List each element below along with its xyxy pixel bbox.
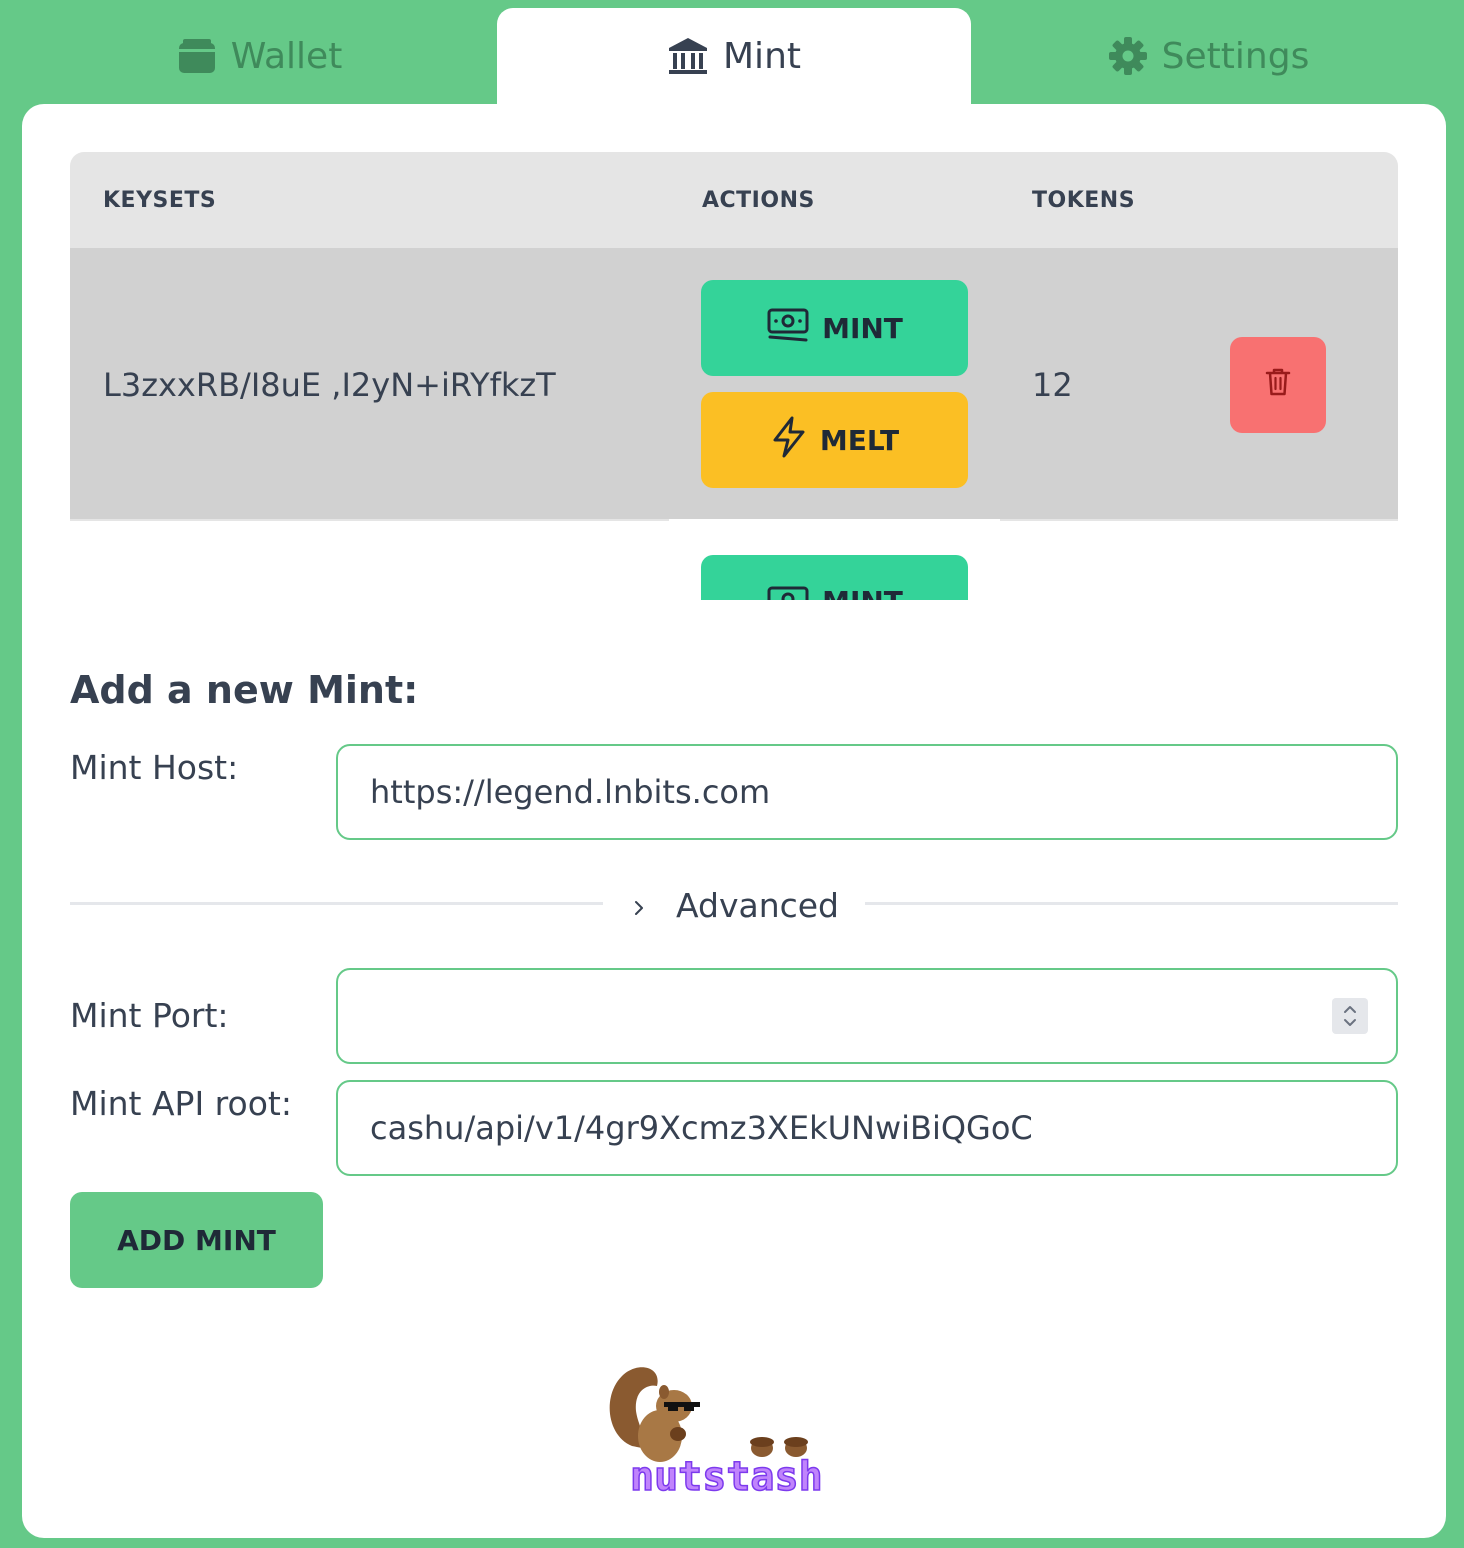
keyset-ids: L3zxxRB/I8uE ,I2yN+iRYfkzT	[103, 365, 556, 404]
advanced-label: Advanced	[676, 885, 840, 925]
advanced-toggle[interactable]: Advanced	[632, 880, 839, 930]
tab-settings[interactable]: Settings	[971, 8, 1446, 104]
mint-button[interactable]: MINT	[701, 555, 968, 600]
table-header: KEYSETS ACTIONS TOKENS	[70, 152, 1398, 248]
mint-host-input[interactable]: https://legend.lnbits.com	[336, 744, 1398, 840]
tab-wallet[interactable]: Wallet	[22, 8, 497, 104]
mint-port-input[interactable]	[336, 968, 1398, 1064]
divider-right	[865, 902, 1398, 905]
add-mint-button[interactable]: ADD MINT	[70, 1192, 323, 1288]
trash-icon	[1265, 367, 1291, 404]
table-row: L3zxxRB/I8uE ,I2yN+iRYfkzT MINT MELT 12	[70, 248, 1398, 521]
cash-icon	[766, 585, 810, 600]
chevron-right-icon	[632, 886, 646, 925]
gear-icon	[1108, 36, 1148, 76]
mint-api-root-input[interactable]: cashu/api/v1/4gr9Xcmz3XEkUNwiBiQGoC	[336, 1080, 1398, 1176]
mint-host-label: Mint Host:	[70, 748, 239, 787]
column-header-keysets: KEYSETS	[103, 187, 217, 213]
mint-button-label: MINT	[822, 585, 903, 600]
token-count: 12	[1032, 365, 1073, 404]
mint-button[interactable]: MINT	[701, 280, 968, 376]
add-mint-heading: Add a new Mint:	[70, 668, 419, 712]
tab-mint[interactable]: Mint	[497, 8, 971, 104]
mint-api-root-label: Mint API root:	[70, 1084, 292, 1123]
add-mint-button-label: ADD MINT	[117, 1223, 276, 1257]
keysets-table: KEYSETS ACTIONS TOKENS L3zxxRB/I8uE ,I2y…	[70, 152, 1398, 600]
tab-mint-label: Mint	[723, 35, 801, 77]
mint-panel: KEYSETS ACTIONS TOKENS L3zxxRB/I8uE ,I2y…	[22, 104, 1446, 1538]
mint-port-label: Mint Port:	[70, 996, 229, 1035]
mint-button-label: MINT	[822, 311, 903, 345]
tab-wallet-label: Wallet	[230, 35, 343, 77]
column-header-tokens: TOKENS	[1032, 187, 1136, 213]
mint-api-root-value: cashu/api/v1/4gr9Xcmz3XEkUNwiBiQGoC	[370, 1109, 1033, 1147]
cash-icon	[766, 307, 810, 350]
nutstash-logo: nutstash	[602, 1356, 868, 1501]
spinner-icon[interactable]	[1332, 998, 1368, 1034]
wallet-icon	[177, 37, 217, 75]
column-header-actions: ACTIONS	[702, 187, 815, 213]
mint-host-value: https://legend.lnbits.com	[370, 773, 771, 811]
melt-button-label: MELT	[819, 423, 900, 457]
divider-left	[70, 902, 603, 905]
melt-button[interactable]: MELT	[701, 392, 968, 488]
delete-button[interactable]	[1230, 337, 1326, 433]
lightning-icon	[770, 416, 808, 465]
logo-text: nutstash	[630, 1454, 823, 1496]
tab-settings-label: Settings	[1161, 35, 1310, 77]
bank-icon	[667, 36, 709, 76]
